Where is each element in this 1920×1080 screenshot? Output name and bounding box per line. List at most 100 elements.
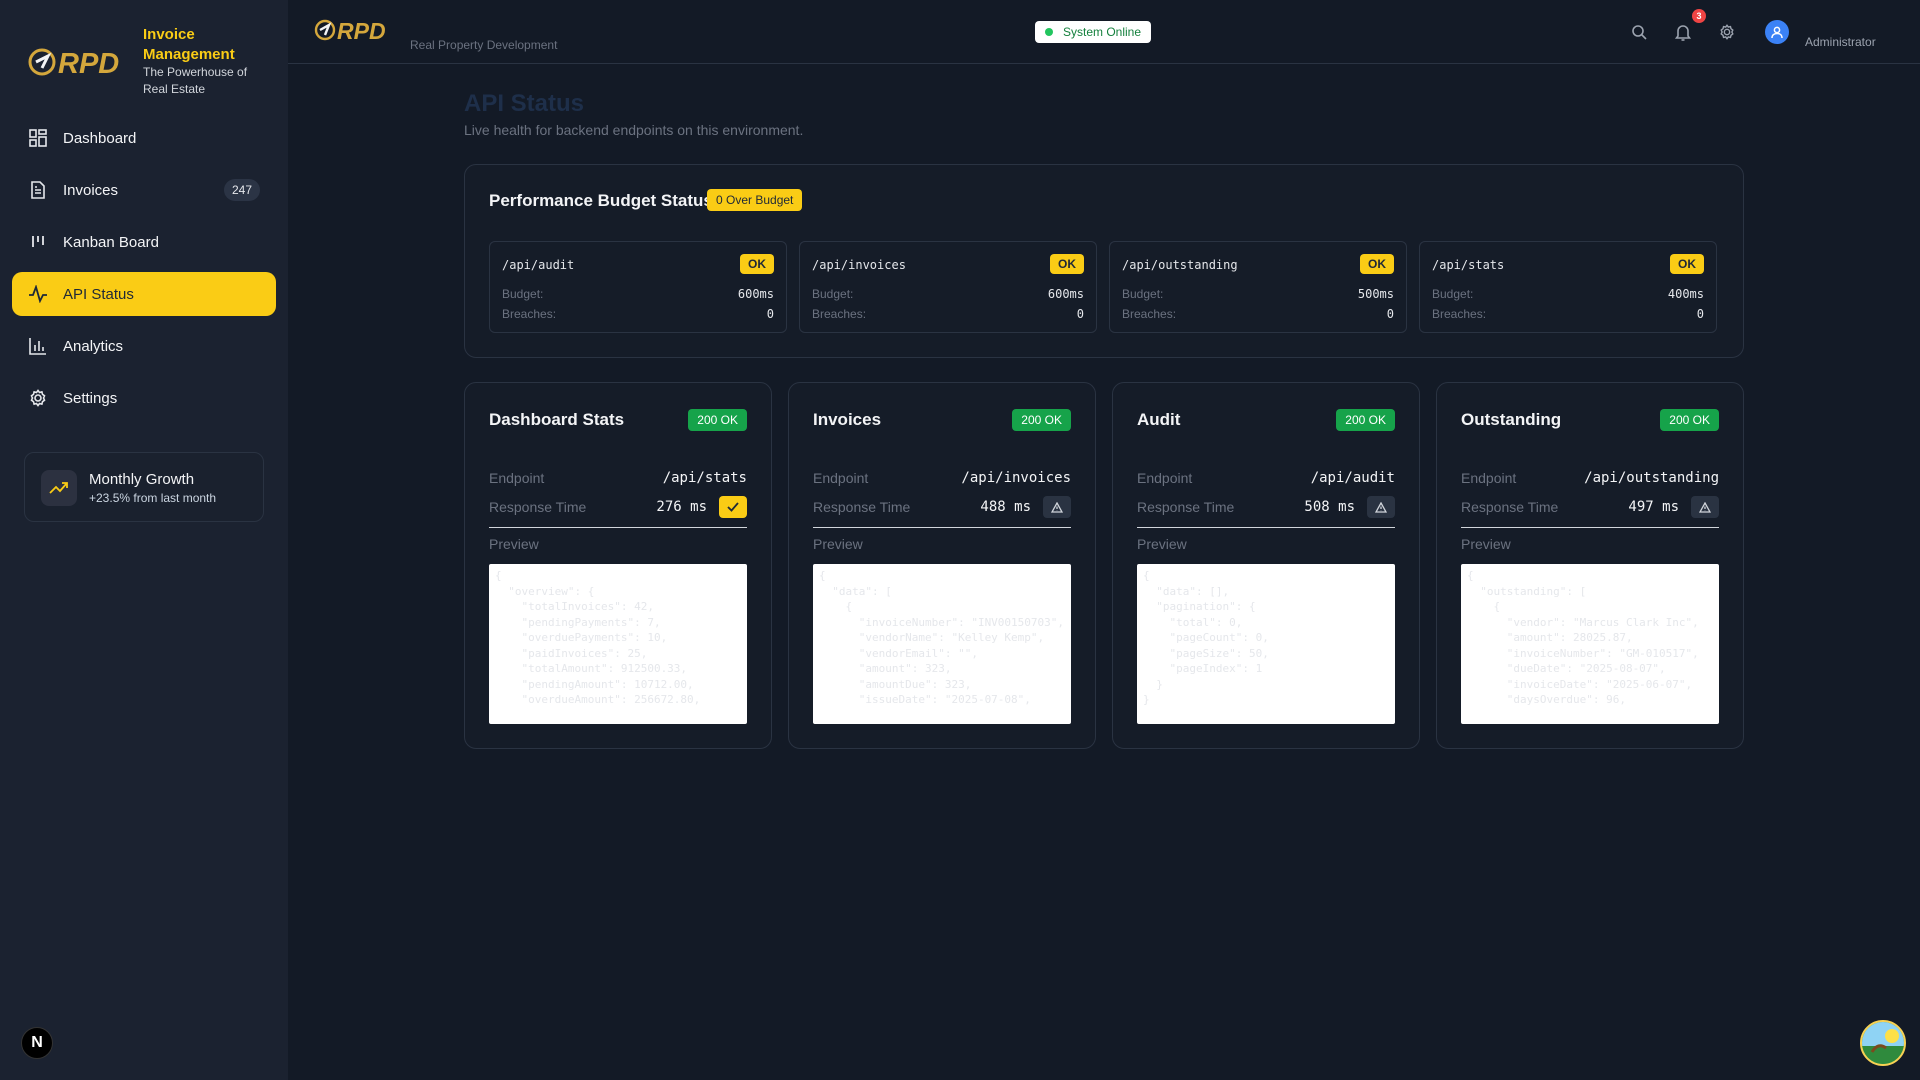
sidebar-item-label: API Status xyxy=(63,285,134,303)
budget-value: 400ms xyxy=(1667,287,1704,301)
growth-subtitle: +23.5% from last month xyxy=(89,491,217,505)
invoice-count-badge: 247 xyxy=(223,179,260,201)
service-title: Outstanding xyxy=(1461,410,1562,429)
endpoint-value: /api/stats xyxy=(662,470,747,486)
budget-card: /api/audit OK Budget: 600ms Breaches: 0 xyxy=(489,241,787,333)
response-time-value: 497 ms xyxy=(1628,499,1679,515)
service-card-outstanding: Outstanding 200 OK Endpoint /api/outstan… xyxy=(1436,382,1744,749)
service-card-invoices: Invoices 200 OK Endpoint /api/invoices R… xyxy=(788,382,1096,749)
sidebar-item-label: Analytics xyxy=(63,337,124,355)
endpoint-value: /api/outstanding xyxy=(1584,470,1719,486)
budget-status-badge: OK xyxy=(1670,254,1704,274)
brand-title: Invoice Management xyxy=(143,26,235,63)
budget-endpoint: /api/invoices xyxy=(812,258,906,272)
preview-label: Preview xyxy=(813,536,863,552)
endpoint-label: Endpoint xyxy=(1137,470,1193,486)
endpoint-label: Endpoint xyxy=(489,470,545,486)
divider xyxy=(489,527,747,528)
budget-endpoint: /api/stats xyxy=(1432,258,1505,272)
breaches-label: Breaches: xyxy=(1432,307,1487,321)
brand[interactable]: RPD Invoice Management The Powerhouse of… xyxy=(26,22,276,102)
service-title: Dashboard Stats xyxy=(489,410,625,429)
warning-icon xyxy=(1367,496,1395,518)
logo-text: RPD xyxy=(58,48,119,80)
sidebar-item-dashboard[interactable]: Dashboard xyxy=(12,116,276,160)
response-time-label: Response Time xyxy=(813,499,911,515)
sidebar-item-kanban[interactable]: Kanban Board xyxy=(12,220,276,264)
trending-up-icon xyxy=(41,470,77,506)
growth-title: Monthly Growth xyxy=(89,471,195,488)
user-avatar-icon[interactable] xyxy=(1765,20,1789,44)
warning-icon xyxy=(1043,496,1071,518)
preview-label: Preview xyxy=(489,536,539,552)
sidebar-item-label: Kanban Board xyxy=(63,233,159,251)
sidebar: RPD Invoice Management The Powerhouse of… xyxy=(0,0,288,1080)
sidebar-item-invoices[interactable]: Invoices 247 xyxy=(12,168,276,212)
user-name[interactable]: Administrator xyxy=(1805,35,1876,49)
divider xyxy=(1137,527,1395,528)
system-status-badge: System Online xyxy=(1035,21,1152,43)
budget-card: /api/outstanding OK Budget: 500ms Breache… xyxy=(1109,241,1407,333)
service-title: Invoices xyxy=(813,410,882,429)
sidebar-item-label: Invoices xyxy=(63,181,119,199)
top-header: RPD Real Property Development System Onl… xyxy=(288,0,1920,64)
header-subtitle: Real Property Development xyxy=(410,38,558,52)
http-status-badge: 200 OK xyxy=(1660,409,1719,431)
json-preview[interactable]: { "outstanding": [ { "vendor": "Marcus C… xyxy=(1461,564,1719,724)
preview-label: Preview xyxy=(1461,536,1511,552)
breaches-value: 0 xyxy=(766,307,774,321)
budget-value: 500ms xyxy=(1357,287,1394,301)
breaches-value: 0 xyxy=(1386,307,1394,321)
sidebar-item-settings[interactable]: Settings xyxy=(12,376,276,420)
budget-endpoint: /api/audit xyxy=(502,258,575,272)
budget-label: Budget: xyxy=(502,287,544,301)
sidebar-item-analytics[interactable]: Analytics xyxy=(12,324,276,368)
sidebar-item-label: Settings xyxy=(63,389,118,407)
notification-count-badge: 3 xyxy=(1692,9,1706,23)
divider xyxy=(813,527,1071,528)
endpoint-value: /api/audit xyxy=(1310,470,1395,486)
budget-status-badge: OK xyxy=(1050,254,1084,274)
dev-tools-badge[interactable]: N xyxy=(21,1027,53,1059)
budget-value: 600ms xyxy=(1047,287,1084,301)
search-icon[interactable] xyxy=(1629,22,1649,42)
brand-subtitle: The Powerhouse of Real Estate xyxy=(143,65,248,96)
rpd-logo-icon[interactable]: RPD xyxy=(314,16,398,44)
http-status-badge: 200 OK xyxy=(688,409,747,431)
json-preview[interactable]: { "data": [], "pagination": { "total": 0… xyxy=(1137,564,1395,724)
json-preview[interactable]: { "data": [ { "invoiceNumber": "INV00150… xyxy=(813,564,1071,724)
bar-chart-icon xyxy=(28,336,48,356)
logo-text: RPD xyxy=(337,18,386,44)
assistant-launcher-icon[interactable] xyxy=(1860,1020,1906,1066)
response-time-value: 276 ms xyxy=(656,499,707,515)
gear-icon[interactable] xyxy=(1717,22,1737,42)
sidebar-item-api-status[interactable]: API Status xyxy=(12,272,276,316)
budget-card: /api/invoices OK Budget: 600ms Breaches: 0 xyxy=(799,241,1097,333)
response-time-label: Response Time xyxy=(489,499,587,515)
response-time-value: 488 ms xyxy=(980,499,1031,515)
over-budget-badge: 0 Over Budget xyxy=(707,189,803,211)
performance-budget-panel: Performance Budget Status 0 Over Budget … xyxy=(464,164,1744,358)
endpoint-label: Endpoint xyxy=(813,470,869,486)
response-time-label: Response Time xyxy=(1137,499,1235,515)
breaches-value: 0 xyxy=(1076,307,1084,321)
status-dot-icon xyxy=(1045,28,1053,36)
divider xyxy=(1461,527,1719,528)
response-time-value: 508 ms xyxy=(1304,499,1355,515)
budget-value: 600ms xyxy=(737,287,774,301)
grid-icon xyxy=(28,128,48,148)
bell-icon[interactable] xyxy=(1673,22,1693,42)
json-preview[interactable]: { "overview": { "totalInvoices": 42, "pe… xyxy=(489,564,747,724)
service-card-audit: Audit 200 OK Endpoint /api/audit Respons… xyxy=(1112,382,1420,749)
page-subtitle: Live health for backend endpoints on thi… xyxy=(464,122,804,138)
kanban-icon xyxy=(28,232,48,252)
breaches-label: Breaches: xyxy=(502,307,557,321)
http-status-badge: 200 OK xyxy=(1336,409,1395,431)
http-status-badge: 200 OK xyxy=(1012,409,1071,431)
monthly-growth-card: Monthly Growth +23.5% from last month xyxy=(24,452,264,522)
gear-icon xyxy=(28,388,48,408)
service-title: Audit xyxy=(1137,410,1181,429)
rpd-logo-icon: RPD xyxy=(28,48,119,80)
endpoint-value: /api/invoices xyxy=(961,470,1071,486)
file-icon xyxy=(28,180,48,200)
